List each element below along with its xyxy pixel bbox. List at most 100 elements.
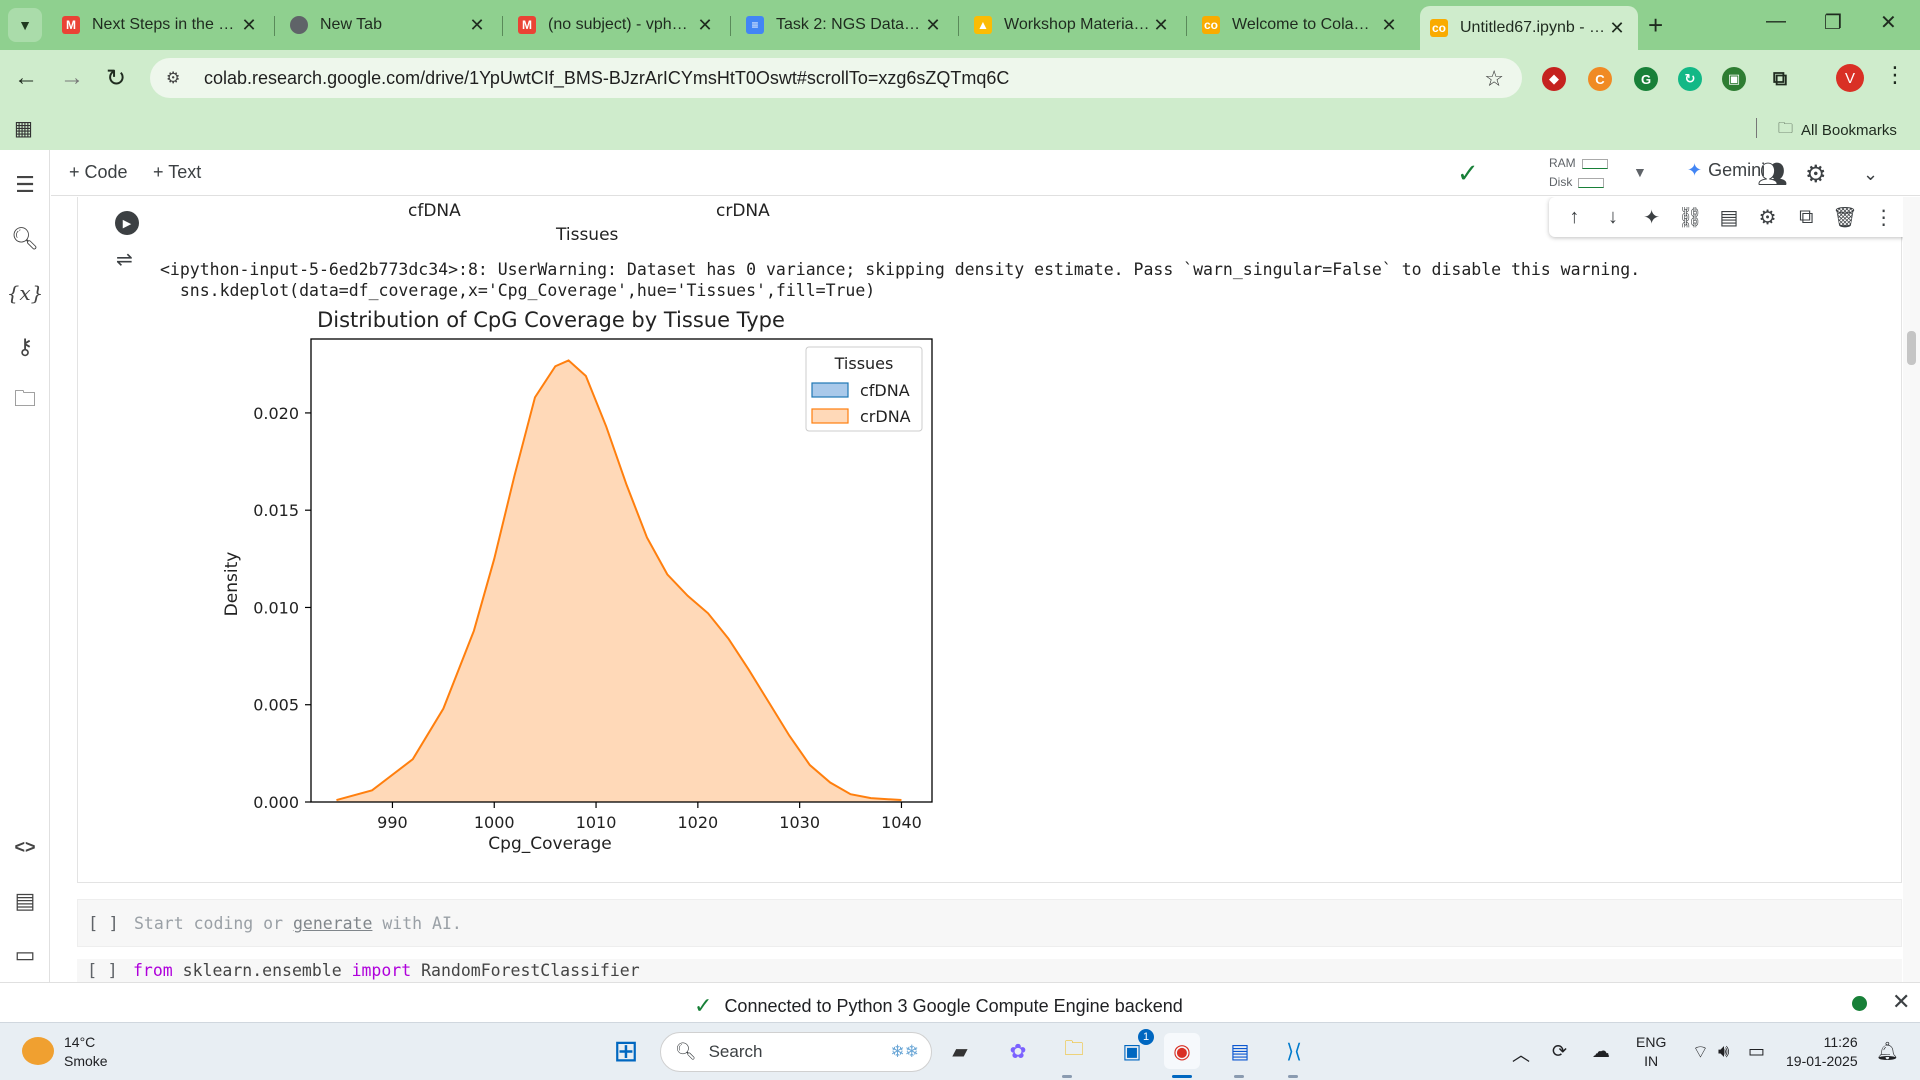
- notifications-icon[interactable]: 🔔︎: [1876, 1041, 1899, 1062]
- comment-icon[interactable]: ▤: [1714, 205, 1744, 230]
- windows-start-icon[interactable]: ⊞: [608, 1033, 644, 1069]
- reload-icon[interactable]: ↻: [106, 64, 126, 93]
- store-icon[interactable]: ▣ 1: [1114, 1029, 1154, 1069]
- profile-avatar[interactable]: V: [1836, 64, 1864, 92]
- extension-icon[interactable]: C: [1588, 67, 1612, 91]
- variables-icon[interactable]: {x}: [7, 278, 44, 308]
- cell-code[interactable]: from sklearn.ensemble import RandomFores…: [133, 961, 640, 980]
- close-tab-icon[interactable]: ✕: [1150, 15, 1172, 36]
- tab-search-button[interactable]: ▼: [8, 8, 42, 42]
- generate-link[interactable]: generate: [293, 914, 372, 933]
- table-of-contents-icon[interactable]: ☰: [10, 170, 40, 200]
- show-hidden-icons-chevron[interactable]: ︿: [1512, 1041, 1530, 1067]
- close-tab-icon[interactable]: ✕: [238, 15, 260, 36]
- collapse-header-icon[interactable]: ⌄: [1863, 164, 1878, 185]
- minimize-icon[interactable]: —: [1766, 10, 1786, 33]
- bookmark-star-icon[interactable]: ☆: [1484, 66, 1504, 92]
- task-view-icon[interactable]: ▰: [942, 1033, 978, 1069]
- back-icon[interactable]: ←: [14, 64, 38, 92]
- more-options-icon[interactable]: ⋮: [1869, 205, 1899, 230]
- extension-icon[interactable]: ↻: [1678, 67, 1702, 91]
- legend-label: cfDNA: [860, 381, 910, 400]
- temperature: 14°C: [64, 1034, 96, 1050]
- forward-icon[interactable]: →: [60, 64, 84, 92]
- share-people-icon[interactable]: 👥︎: [1757, 160, 1787, 189]
- vscode-icon[interactable]: ⟩⟨: [1276, 1033, 1312, 1069]
- browser-tab[interactable]: M (no subject) - vphalswal ✕: [508, 6, 726, 44]
- cell-placeholder[interactable]: Start coding or generate with AI.: [134, 914, 462, 933]
- close-tab-icon[interactable]: ✕: [1606, 18, 1628, 39]
- move-down-icon[interactable]: ↓: [1598, 206, 1628, 229]
- delete-trash-icon[interactable]: 🗑︎: [1830, 205, 1860, 230]
- more-menu-icon[interactable]: ⋮: [1884, 62, 1906, 88]
- runtime-dropdown-icon[interactable]: ▼: [1633, 164, 1647, 180]
- site-info-icon[interactable]: ⚙: [166, 68, 186, 88]
- warning-line: sns.kdeplot(data=df_coverage,x='Cpg_Cove…: [160, 281, 876, 300]
- move-up-icon[interactable]: ↑: [1559, 206, 1589, 229]
- restore-icon[interactable]: ❐: [1824, 10, 1842, 35]
- close-window-icon[interactable]: ✕: [1880, 10, 1897, 35]
- gemini-spark-icon[interactable]: ✦: [1637, 205, 1667, 230]
- close-tab-icon[interactable]: ✕: [922, 15, 944, 36]
- all-bookmarks-button[interactable]: 🗀 All Bookmarks: [1778, 118, 1897, 143]
- kde-chart: Distribution of CpG Coverage by Tissue T…: [222, 308, 933, 854]
- close-tab-icon[interactable]: ✕: [1378, 15, 1400, 36]
- volume-icon[interactable]: 🔊︎: [1718, 1041, 1729, 1062]
- search-icon[interactable]: 🔍︎: [10, 224, 40, 254]
- system-clock[interactable]: 11:26 19-01-2025: [1786, 1033, 1858, 1071]
- copilot-icon[interactable]: ✿: [1000, 1033, 1036, 1069]
- terminal-icon[interactable]: ▭: [10, 940, 40, 970]
- cell-toolbar: ↑ ↓ ✦ ⛓︎ ▤ ⚙ ⧉ 🗑︎ ⋮: [1549, 197, 1903, 237]
- tab-title: Task 2: NGS Data Analysis: [776, 16, 922, 33]
- close-tab-icon[interactable]: ✕: [466, 15, 488, 36]
- grammarly-icon[interactable]: G: [1634, 67, 1658, 91]
- extension-icon[interactable]: ◆: [1542, 67, 1566, 91]
- weather-widget[interactable]: 14°C Smoke: [64, 1033, 108, 1071]
- close-status-icon[interactable]: ✕: [1892, 989, 1910, 1015]
- extensions-puzzle-icon[interactable]: ⧉: [1768, 67, 1792, 91]
- output-actions-icon[interactable]: ⇌: [116, 247, 133, 272]
- clock-date: 19-01-2025: [1786, 1053, 1858, 1069]
- wifi-icon[interactable]: ⌔: [1692, 1041, 1709, 1064]
- code-cell[interactable]: [ ] from sklearn.ensemble import RandomF…: [77, 959, 1902, 982]
- language-indicator[interactable]: ENG IN: [1636, 1033, 1666, 1071]
- notepad-icon[interactable]: ▤: [1222, 1033, 1258, 1069]
- weather-haze-icon[interactable]: [22, 1037, 54, 1065]
- sync-icon[interactable]: ⟳: [1552, 1041, 1567, 1062]
- code-snippets-icon[interactable]: <>: [10, 832, 40, 862]
- cell-run-brackets[interactable]: [ ]: [87, 961, 118, 981]
- new-tab-button[interactable]: +: [1648, 10, 1663, 41]
- chrome-taskbar-icon[interactable]: ◉: [1164, 1033, 1200, 1069]
- address-bar[interactable]: ⚙ colab.research.google.com/drive/1YpUwt…: [150, 58, 1522, 98]
- apps-grid-icon[interactable]: ▦: [14, 116, 33, 141]
- browser-tab[interactable]: New Tab ✕: [280, 6, 498, 44]
- settings-gear-icon[interactable]: ⚙: [1753, 205, 1783, 230]
- taskbar-search[interactable]: 🔍︎ Search ❄❄: [660, 1032, 932, 1072]
- add-code-cell-button[interactable]: + Code: [69, 162, 128, 183]
- files-folder-icon[interactable]: 🗀: [10, 386, 40, 416]
- url-text[interactable]: colab.research.google.com/drive/1YpUwtCI…: [204, 68, 1009, 89]
- scrollbar-thumb[interactable]: [1907, 331, 1916, 365]
- resource-monitor[interactable]: RAM Disk: [1549, 154, 1608, 192]
- browser-tab[interactable]: ≡ Task 2: NGS Data Analysis ✕: [736, 6, 954, 44]
- command-palette-icon[interactable]: ▤: [10, 886, 40, 916]
- extension-icon[interactable]: ▣: [1722, 67, 1746, 91]
- close-tab-icon[interactable]: ✕: [694, 15, 716, 36]
- run-cell-button[interactable]: ▶: [115, 211, 139, 235]
- settings-gear-icon[interactable]: ⚙: [1805, 160, 1827, 189]
- add-text-cell-button[interactable]: + Text: [153, 162, 201, 183]
- browser-tab[interactable]: M Next Steps in the Hiring ✕: [52, 6, 270, 44]
- browser-tab[interactable]: ▲ Workshop Material - Google ✕: [964, 6, 1182, 44]
- onedrive-cloud-icon[interactable]: ☁: [1592, 1041, 1610, 1062]
- empty-code-cell[interactable]: [ ] Start coding or generate with AI.: [77, 899, 1902, 947]
- browser-tab-active[interactable]: co Untitled67.ipynb - Colab ✕: [1420, 6, 1638, 50]
- browser-tab[interactable]: co Welcome to Colaboratory ✕: [1192, 6, 1410, 44]
- battery-icon[interactable]: ▭: [1748, 1041, 1765, 1062]
- secrets-key-icon[interactable]: ⚷: [10, 332, 40, 362]
- notebook-scrollbar[interactable]: [1903, 197, 1920, 982]
- cell-run-brackets[interactable]: [ ]: [88, 914, 119, 934]
- gemini-button[interactable]: ✦ Gemini: [1687, 160, 1765, 181]
- link-icon[interactable]: ⛓︎: [1675, 205, 1705, 230]
- file-explorer-icon[interactable]: 🗀: [1056, 1033, 1092, 1069]
- mirror-cell-icon[interactable]: ⧉: [1791, 206, 1821, 229]
